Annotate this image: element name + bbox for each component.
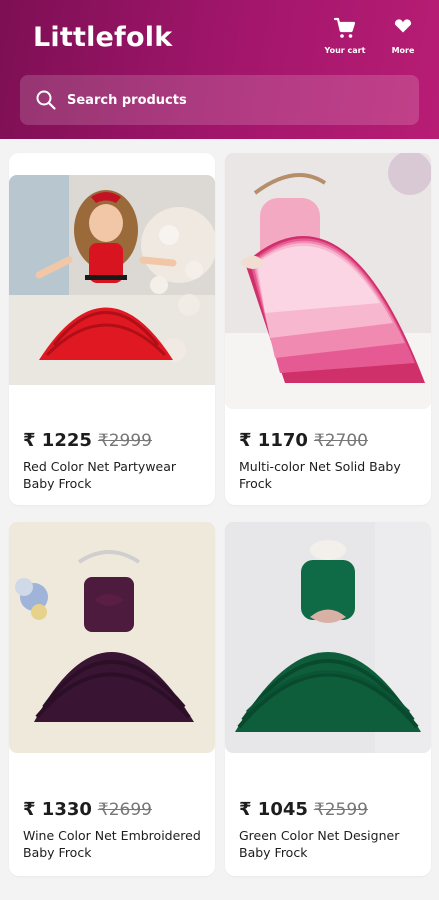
product-image[interactable] [225,153,431,409]
product-image[interactable] [9,175,215,407]
product-title: Red Color Net Partywear Baby Frock [23,459,177,491]
product-title: Wine Color Net Embroidered Baby Frock [23,828,201,860]
product-mrp: ₹2599 [313,800,368,820]
app-header: Littlefolk Your cart More [0,0,439,139]
product-mrp: ₹2999 [97,431,152,451]
cart-label: Your cart [324,46,366,55]
product-title: Green Color Net Designer Baby Frock [239,828,400,860]
more-button[interactable]: More [375,16,431,55]
search-bar[interactable] [20,75,419,125]
search-input[interactable] [67,92,387,108]
product-mrp: ₹2700 [313,431,368,451]
price-row: ₹ 1225 ₹2999 [23,430,152,451]
heart-chevron-icon [394,19,412,33]
product-card[interactable]: ₹ 1170 ₹2700 Multi-color Net Solid Baby F… [225,153,431,505]
product-card[interactable]: ₹ 1045 ₹2599 Green Color Net Designer Bab… [225,522,431,876]
cart-icon [333,17,356,38]
product-grid: ₹ 1225 ₹2999 Red Color Net Partywear Baby… [0,139,439,900]
more-label: More [391,46,415,55]
product-mrp: ₹2699 [97,800,152,820]
price-row: ₹ 1045 ₹2599 [239,799,368,820]
product-price: ₹ 1225 [23,430,92,451]
product-image[interactable] [225,522,431,753]
product-card[interactable]: ₹ 1330 ₹2699 Wine Color Net Embroidered B… [9,522,215,876]
app-title: Littlefolk [33,22,173,53]
product-image[interactable] [9,522,215,753]
product-title: Multi-color Net Solid Baby Frock [239,459,401,491]
search-icon [36,90,56,110]
price-row: ₹ 1170 ₹2700 [239,430,368,451]
product-card[interactable]: ₹ 1225 ₹2999 Red Color Net Partywear Baby… [9,153,215,505]
product-price: ₹ 1045 [239,799,308,820]
price-row: ₹ 1330 ₹2699 [23,799,152,820]
product-price: ₹ 1170 [239,430,308,451]
cart-button[interactable]: Your cart [317,16,373,55]
product-price: ₹ 1330 [23,799,92,820]
